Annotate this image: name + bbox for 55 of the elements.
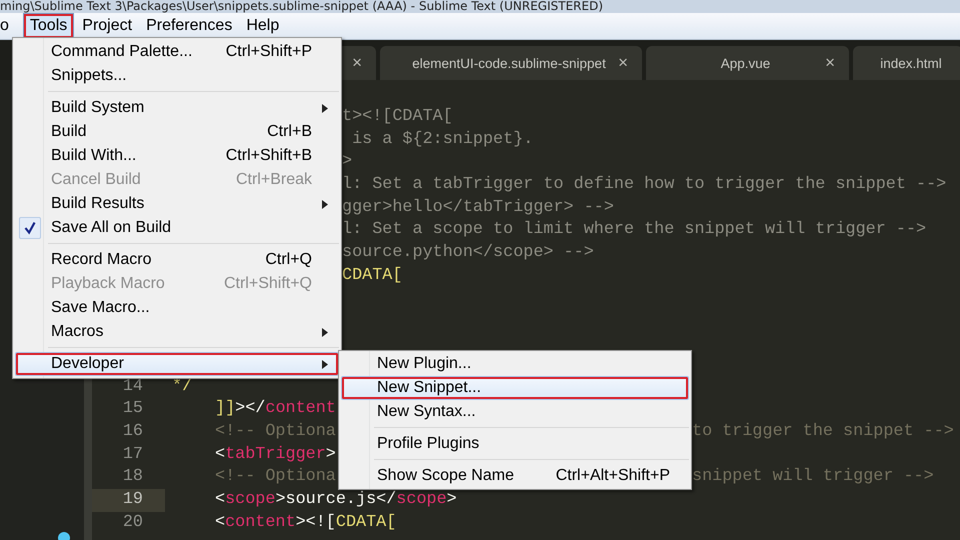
submenu-arrow-icon <box>322 104 328 112</box>
menu-item[interactable]: New Syntax... <box>341 400 689 424</box>
code-text: t><![CDATA[ <box>342 106 453 128</box>
code-text: is a ${2:snippet}. <box>351 128 534 151</box>
code-text: <tabTrigger> <box>215 444 336 466</box>
menu-bar-item[interactable]: Tools <box>22 13 74 39</box>
close-icon[interactable]: × <box>618 53 628 73</box>
file-tab[interactable]: index.html <box>853 46 960 80</box>
line-number: 16 <box>122 420 144 443</box>
menu-item[interactable]: New Snippet... <box>341 376 689 400</box>
line-number: 20 <box>122 512 144 534</box>
menu-item[interactable]: Macros <box>15 320 339 344</box>
menu-item[interactable]: Profile Plugins <box>341 432 689 456</box>
code-text: <content><![CDATA[ <box>215 512 396 534</box>
line-number: 14 <box>122 376 144 398</box>
menu-bar-item[interactable]: Help <box>240 14 286 38</box>
menu-item[interactable]: Save Macro... <box>15 296 339 320</box>
code-text: gger>hello</tabTrigger> --> <box>342 196 614 219</box>
code-text: to trigger the snippet --> <box>692 420 954 443</box>
menu-item[interactable]: Build Ctrl+B <box>15 120 339 144</box>
code-text: <scope>source.js</scope> <box>215 488 457 511</box>
close-icon[interactable]: × <box>352 53 362 73</box>
line-number: 18 <box>122 466 144 488</box>
close-icon[interactable]: × <box>825 53 835 73</box>
menu-item[interactable]: New Plugin... <box>341 352 689 376</box>
code-text: source.python</scope> --> <box>342 242 594 264</box>
submenu-arrow-icon <box>322 200 328 208</box>
code-text: snippet will trigger --> <box>692 466 934 488</box>
file-tab[interactable]: App.vue × <box>646 46 849 80</box>
menu-bar-item[interactable]: o <box>0 14 15 38</box>
menu-item[interactable]: Show Scope Name Ctrl+Alt+Shift+P <box>341 464 689 488</box>
menu-item[interactable]: Build With... Ctrl+Shift+B <box>15 144 339 168</box>
menu-item[interactable]: Build Results <box>15 192 339 216</box>
menu-bar-item[interactable]: Project <box>76 14 138 38</box>
menu-item[interactable]: Save All on Build <box>15 216 339 240</box>
menu-bar-item[interactable]: Preferences <box>140 14 238 38</box>
menu-item[interactable]: Record Macro Ctrl+Q <box>15 248 339 272</box>
submenu-arrow-icon <box>322 328 328 336</box>
code-text: l: Set a scope to limit where the snippet will trigger --> <box>342 219 926 242</box>
menu-item[interactable]: Snippets... <box>15 64 339 88</box>
code-text: l: Set a tabTrigger to define how to trigger the snippet --> <box>342 174 946 196</box>
code-text: > <box>342 151 352 174</box>
line-number: 17 <box>122 444 144 466</box>
code-text: <!-- Optiona <box>215 420 336 443</box>
submenu-arrow-icon <box>322 360 328 368</box>
line-number: 19 <box>92 488 165 512</box>
menu-item[interactable]: Command Palette... Ctrl+Shift+P <box>15 40 339 64</box>
file-tab[interactable]: elementUI-code.sublime-snippet × <box>380 46 642 80</box>
code-text: <!-- Optiona <box>215 466 336 488</box>
code-text: ]]></content <box>215 398 336 420</box>
menu-item[interactable]: Developer <box>15 352 339 376</box>
window-title: ming\Sublime Text 3\Packages\User\snippets.sublime-snippet (AAA) - Sublime Text (UNREGISTERED) <box>0 0 960 13</box>
menu-item[interactable]: Build System <box>15 96 339 120</box>
line-number: 15 <box>122 398 144 420</box>
code-text: CDATA[ <box>342 264 402 287</box>
